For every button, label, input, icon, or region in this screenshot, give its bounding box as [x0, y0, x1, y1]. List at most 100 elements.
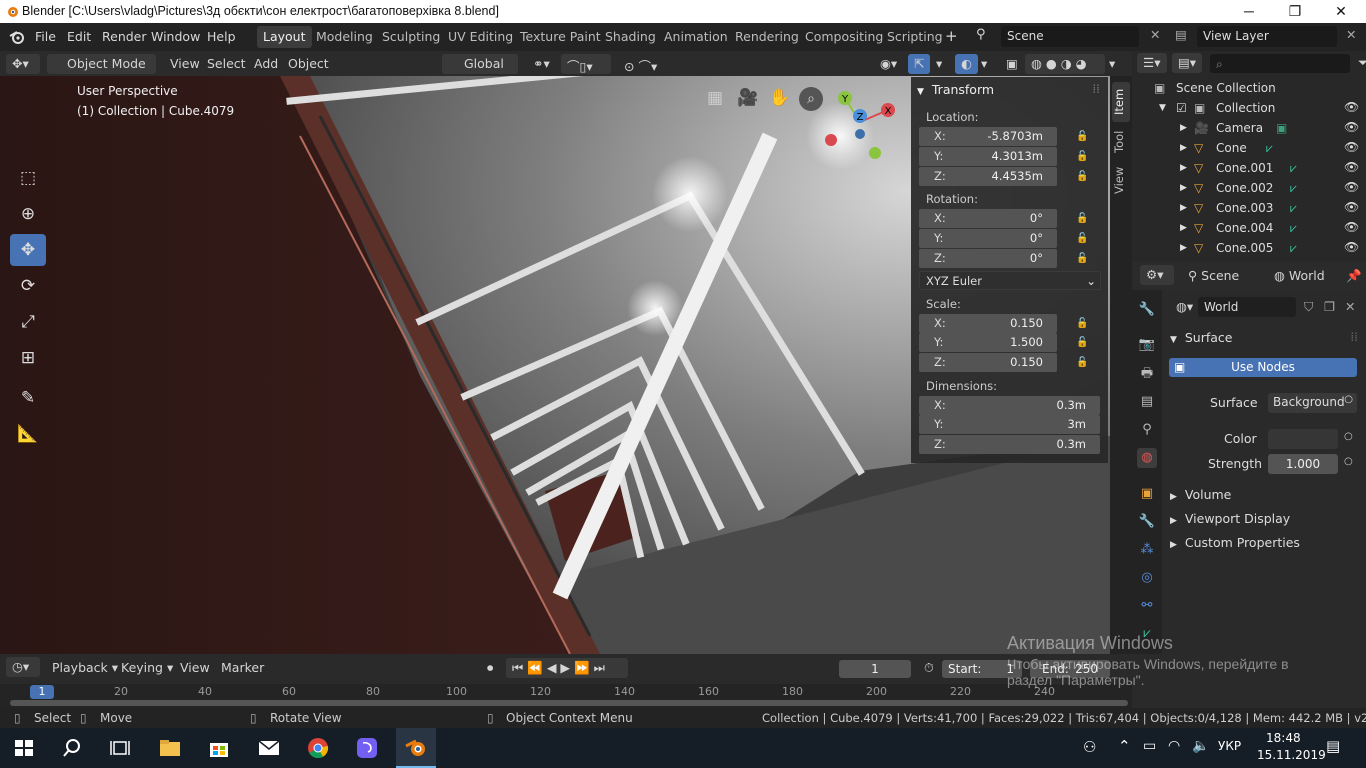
wifi-icon[interactable]: ◠ — [1168, 738, 1180, 754]
scale-z-field[interactable]: Z: 0.150 — [919, 353, 1057, 372]
dimensions-x-field[interactable]: X: 0.3m — [919, 396, 1100, 415]
orientation-dropdown[interactable]: Global — [442, 54, 518, 74]
menu-keying[interactable]: Keying ▾ — [115, 658, 179, 678]
lock-icon[interactable]: 🔓 — [1076, 318, 1090, 330]
eye-icon[interactable]: 👁 — [1344, 200, 1359, 214]
breadcrumb-world[interactable]: ◍ World — [1268, 266, 1331, 286]
transform-icon[interactable]: ⊞ — [10, 342, 46, 374]
expand-icon[interactable]: ▶ — [1180, 243, 1187, 253]
volume-icon[interactable]: 🔈 — [1192, 738, 1209, 754]
clock-date[interactable]: 15.11.2019 — [1257, 748, 1326, 762]
world-name-field[interactable]: World — [1198, 297, 1296, 317]
current-frame-field[interactable]: 1 — [839, 660, 911, 678]
camera-view-icon[interactable]: 🎥 — [737, 88, 758, 108]
data-tab-icon[interactable]: ⩗ — [1137, 624, 1157, 644]
tab-uv-editing[interactable]: UV Editing — [442, 26, 519, 48]
surface-section-header[interactable]: ▼ Surface — [1170, 330, 1233, 345]
cursor-icon[interactable]: ⊕ — [10, 198, 46, 230]
tree-item[interactable]: ▶ ▽ Cone.001 ⩗ 👁 — [1132, 158, 1366, 178]
expand-icon[interactable]: ▼ — [1159, 103, 1166, 113]
menu-add[interactable]: Add — [248, 54, 284, 74]
view-layer-close-icon[interactable]: ✕ — [1346, 27, 1356, 42]
lock-icon[interactable]: 🔓 — [1076, 357, 1090, 369]
tab-modeling[interactable]: Modeling — [310, 26, 379, 48]
shading-menu-icon[interactable]: ▾ — [1103, 54, 1121, 74]
proportional-edit-icon[interactable]: ⊙ ⌒▾ — [618, 54, 663, 74]
scene-icon[interactable]: ⚲ — [976, 27, 986, 42]
end-frame-field[interactable]: End: 250 — [1030, 660, 1110, 678]
visibility-icon[interactable]: ◉▾ — [874, 54, 903, 74]
lock-icon[interactable]: 🔓 — [1076, 253, 1090, 265]
file-explorer-icon[interactable] — [158, 736, 182, 760]
tree-item[interactable]: ▶ ▽ Cone.004 ⩗ 👁 — [1132, 218, 1366, 238]
tab-compositing[interactable]: Compositing — [799, 26, 889, 48]
tab-view[interactable]: View — [1112, 160, 1130, 200]
expand-icon[interactable]: ▶ — [1180, 123, 1187, 133]
surface-shader-field[interactable]: Background ○ — [1268, 393, 1357, 413]
tree-scene-collection[interactable]: ▣ Scene Collection — [1132, 78, 1366, 98]
clock-icon[interactable]: ⏱ — [918, 658, 940, 678]
duplicate-icon[interactable]: ❐ — [1318, 297, 1341, 317]
location-x-field[interactable]: X: -5.8703m — [919, 127, 1057, 146]
rotation-x-field[interactable]: X: 0° — [919, 209, 1057, 228]
socket-icon[interactable]: ○ — [1344, 431, 1353, 442]
object-mode-dropdown[interactable]: Object Mode — [47, 54, 156, 74]
viber-icon[interactable] — [355, 736, 379, 760]
panel-grip-icon[interactable]: ⁞⁞ — [1092, 82, 1100, 96]
tree-item[interactable]: ▶ ▽ Cone.005 ⩗ 👁 — [1132, 238, 1366, 258]
timeline-editor-icon[interactable]: ◷▾ — [6, 657, 40, 677]
object-tab-icon[interactable]: ▣ — [1137, 484, 1157, 504]
gizmo-toggle-icon[interactable]: ⇱ — [908, 54, 931, 74]
outliner-search-input[interactable]: ⌕ — [1210, 54, 1350, 73]
measure-icon[interactable]: 📐 — [10, 418, 46, 450]
gizmo-menu-icon[interactable]: ▾ — [930, 54, 948, 74]
strength-field[interactable]: 1.000 — [1268, 454, 1338, 474]
frame-cursor[interactable]: 1 — [30, 685, 54, 699]
menu-window[interactable]: Window — [151, 29, 200, 44]
eye-icon[interactable]: 👁 — [1344, 180, 1359, 194]
xray-icon[interactable]: ▣ — [1000, 54, 1024, 74]
axis-navigation-gizmo[interactable]: Y Z X — [820, 88, 900, 168]
search-icon[interactable] — [60, 736, 84, 760]
color-swatch[interactable] — [1268, 429, 1338, 449]
render-tab-icon[interactable]: 📷 — [1137, 335, 1157, 355]
tab-shading[interactable]: Shading — [599, 26, 662, 48]
custom-properties-section-header[interactable]: ▶ Custom Properties — [1170, 535, 1300, 550]
timeline-scrollbar[interactable] — [10, 700, 1128, 706]
action-center-icon[interactable]: ▤ — [1326, 737, 1340, 755]
task-view-icon[interactable] — [108, 736, 132, 760]
tree-item[interactable]: ▶ ▽ Cone ⩗ 👁 — [1132, 138, 1366, 158]
breadcrumb-scene[interactable]: ⚲ Scene — [1182, 266, 1245, 286]
scale-icon[interactable]: ⤢ — [10, 306, 46, 338]
tab-layout[interactable]: Layout — [257, 26, 312, 48]
tab-scripting[interactable]: Scripting — [881, 26, 949, 48]
pin-icon[interactable]: 📌 — [1340, 266, 1366, 286]
tab-item[interactable]: Item — [1112, 82, 1130, 122]
lock-icon[interactable]: 🔓 — [1076, 151, 1090, 163]
view-layer-field[interactable]: View Layer — [1197, 26, 1337, 47]
lock-icon[interactable]: 🔓 — [1076, 131, 1090, 143]
menu-help[interactable]: Help — [207, 29, 236, 44]
grid-view-icon[interactable]: ▦ — [707, 88, 723, 108]
scene-field[interactable]: Scene — [1001, 26, 1139, 47]
constraints-tab-icon[interactable]: ⚯ — [1137, 596, 1157, 616]
minimize-button[interactable]: ─ — [1226, 0, 1272, 23]
world-type-icon[interactable]: ◍▾ — [1170, 297, 1199, 317]
lock-icon[interactable]: 🔓 — [1076, 337, 1090, 349]
lock-icon[interactable]: 🔓 — [1076, 213, 1090, 225]
dimensions-z-field[interactable]: Z: 0.3m — [919, 435, 1100, 454]
clock-time[interactable]: 18:48 — [1266, 731, 1301, 745]
transform-header[interactable]: ▼ Transform — [917, 82, 994, 97]
close-button[interactable]: ✕ — [1318, 0, 1364, 23]
blender-menu-icon[interactable] — [9, 29, 26, 45]
physics-tab-icon[interactable]: ◎ — [1137, 568, 1157, 588]
checkbox-icon[interactable]: ☑ — [1176, 101, 1187, 115]
expand-icon[interactable]: ▶ — [1180, 203, 1187, 213]
annotate-icon[interactable]: ✎ — [10, 382, 46, 414]
taskbar-blender-active[interactable] — [396, 728, 436, 768]
output-tab-icon[interactable]: 🖶 — [1137, 364, 1157, 384]
menu-timeline-view[interactable]: View — [174, 658, 216, 678]
expand-icon[interactable]: ▶ — [1180, 143, 1187, 153]
menu-render[interactable]: Render — [102, 29, 147, 44]
menu-playback[interactable]: Playback ▾ — [46, 658, 124, 678]
